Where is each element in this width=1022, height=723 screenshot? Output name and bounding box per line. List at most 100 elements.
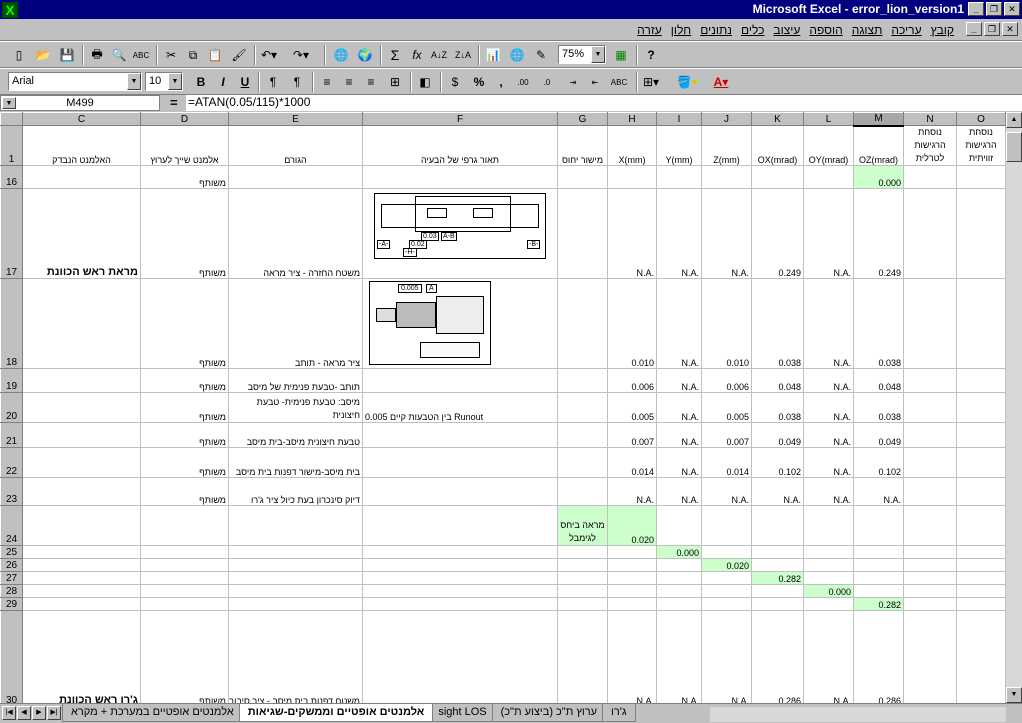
cell-I27[interactable]: [656, 571, 702, 585]
menu-item-2[interactable]: תצוגה: [852, 23, 883, 37]
name-box[interactable]: ▼ M499: [0, 95, 160, 111]
scroll-up-icon[interactable]: ▲: [1006, 112, 1022, 128]
italic-button[interactable]: I: [212, 72, 234, 92]
cell-G25[interactable]: [557, 545, 608, 559]
cell-D21[interactable]: משותף: [140, 422, 229, 448]
cell-L19[interactable]: N.A.: [803, 368, 854, 393]
cell-D26[interactable]: [140, 558, 229, 572]
cell-L16[interactable]: [803, 165, 854, 189]
cell-I19[interactable]: N.A.: [656, 368, 702, 393]
column-header-K[interactable]: K: [751, 112, 804, 126]
cell-M30[interactable]: 0.286: [853, 610, 904, 703]
underline-button[interactable]: U: [234, 72, 256, 92]
header-cell-E[interactable]: הגורם: [228, 125, 363, 166]
abc-button[interactable]: ABC: [608, 72, 630, 92]
horizontal-scrollbar[interactable]: [710, 707, 1006, 722]
cell-L21[interactable]: N.A.: [803, 422, 854, 448]
cell-O28[interactable]: [956, 584, 1006, 598]
cell-J19[interactable]: 0.006: [701, 368, 752, 393]
sheet-tab-1[interactable]: אלמנטים אופטיים וממשקים-שגיאות: [238, 704, 434, 722]
comma-icon[interactable]: ,: [490, 72, 512, 92]
cell-I30[interactable]: N.A.: [656, 610, 702, 703]
cell-G20[interactable]: [557, 392, 608, 423]
next-sheet-icon[interactable]: ▶: [32, 706, 46, 720]
header-cell-N[interactable]: נוסחת הרגישות לטרלית: [903, 125, 957, 166]
cell-E24[interactable]: [228, 505, 363, 546]
cell-J16[interactable]: [701, 165, 752, 189]
sheet-tab-0[interactable]: אלמנטים אופטיים במערכת + מקרא: [62, 704, 243, 722]
cell-O20[interactable]: [956, 392, 1006, 423]
cell-H25[interactable]: [607, 545, 657, 559]
cell-N21[interactable]: [903, 422, 957, 448]
cell-D16[interactable]: משותף: [140, 165, 229, 189]
cell-C25[interactable]: [22, 545, 141, 559]
column-header-N[interactable]: N: [903, 112, 957, 126]
cell-O29[interactable]: [956, 597, 1006, 611]
cell-J22[interactable]: 0.014: [701, 447, 752, 478]
header-cell-F[interactable]: תאור גרפי של הבעיה: [362, 125, 558, 166]
worksheet-grid[interactable]: C D E F G H I J K L M N O 1 האלמנט הנבדק אלמנט שייך לער…: [0, 112, 1006, 703]
row-header[interactable]: 16: [0, 165, 23, 189]
cell-O26[interactable]: [956, 558, 1006, 572]
cell-G24[interactable]: מראה ביחס לגימבל: [557, 505, 608, 546]
cell-O19[interactable]: [956, 368, 1006, 393]
cell-L24[interactable]: [803, 505, 854, 546]
cell-L28[interactable]: 0.000: [803, 584, 854, 598]
outdent-icon[interactable]: ⇤: [584, 72, 606, 92]
cell-K20[interactable]: 0.038: [751, 392, 804, 423]
cell-O25[interactable]: [956, 545, 1006, 559]
cell-G16[interactable]: [557, 165, 608, 189]
doc-restore-button[interactable]: ❐: [984, 22, 1000, 36]
cell-D25[interactable]: [140, 545, 229, 559]
scroll-thumb[interactable]: [1006, 132, 1022, 162]
cell-E22[interactable]: בית מיסב-מישור דפנות בית מיסב: [228, 447, 363, 478]
chart-wizard-icon[interactable]: 📊: [482, 45, 504, 65]
increase-decimal-icon[interactable]: .00: [512, 72, 534, 92]
cell-N25[interactable]: [903, 545, 957, 559]
header-cell-I[interactable]: Y(mm): [656, 125, 702, 166]
column-header-G[interactable]: G: [557, 112, 608, 126]
cell-K29[interactable]: [751, 597, 804, 611]
sheet-tab-2[interactable]: sight LOS: [429, 704, 496, 722]
cell-N24[interactable]: [903, 505, 957, 546]
office-assistant-icon[interactable]: ▦: [610, 45, 632, 65]
column-header-O[interactable]: O: [956, 112, 1006, 126]
header-cell-J[interactable]: Z(mm): [701, 125, 752, 166]
cell-H21[interactable]: 0.007: [607, 422, 657, 448]
cell-I17[interactable]: N.A.: [656, 188, 702, 279]
menu-item-5[interactable]: כלים: [741, 23, 764, 37]
cell-K17[interactable]: 0.249: [751, 188, 804, 279]
copy-icon[interactable]: ⧉: [182, 45, 204, 65]
cell-F23[interactable]: [362, 477, 558, 506]
cell-N30[interactable]: [903, 610, 957, 703]
vertical-scrollbar[interactable]: ▲ ▼: [1006, 112, 1022, 703]
cell-H26[interactable]: [607, 558, 657, 572]
percent-button[interactable]: %: [468, 72, 490, 92]
column-header-J[interactable]: J: [701, 112, 752, 126]
cell-G30[interactable]: [557, 610, 608, 703]
sheet-tab-3[interactable]: ערוץ ת"כ (ביצוע ת"כ): [491, 704, 607, 722]
cut-icon[interactable]: ✂: [160, 45, 182, 65]
font-select[interactable]: Arial ▼: [8, 72, 142, 91]
cell-H16[interactable]: [607, 165, 657, 189]
close-button[interactable]: ✕: [1004, 2, 1020, 16]
cell-O22[interactable]: [956, 447, 1006, 478]
header-cell-M[interactable]: OZ(mrad): [853, 125, 904, 166]
cell-D20[interactable]: משותף: [140, 392, 229, 423]
header-cell-O[interactable]: נוסחת הרגישות זוויתית: [956, 125, 1006, 166]
cell-I16[interactable]: [656, 165, 702, 189]
cell-K26[interactable]: [751, 558, 804, 572]
minimize-button[interactable]: _: [968, 2, 984, 16]
restore-button[interactable]: ❐: [986, 2, 1002, 16]
cell-D27[interactable]: [140, 571, 229, 585]
cell-G29[interactable]: [557, 597, 608, 611]
cell-F16[interactable]: [362, 165, 558, 189]
cell-J28[interactable]: [701, 584, 752, 598]
web-toolbar-icon[interactable]: 🌍: [354, 45, 376, 65]
cell-H17[interactable]: N.A.: [607, 188, 657, 279]
cell-I22[interactable]: N.A.: [656, 447, 702, 478]
cell-N20[interactable]: [903, 392, 957, 423]
doc-close-button[interactable]: ✕: [1002, 22, 1018, 36]
font-color-icon[interactable]: A▾: [710, 72, 732, 92]
row-header[interactable]: 28: [0, 584, 23, 598]
